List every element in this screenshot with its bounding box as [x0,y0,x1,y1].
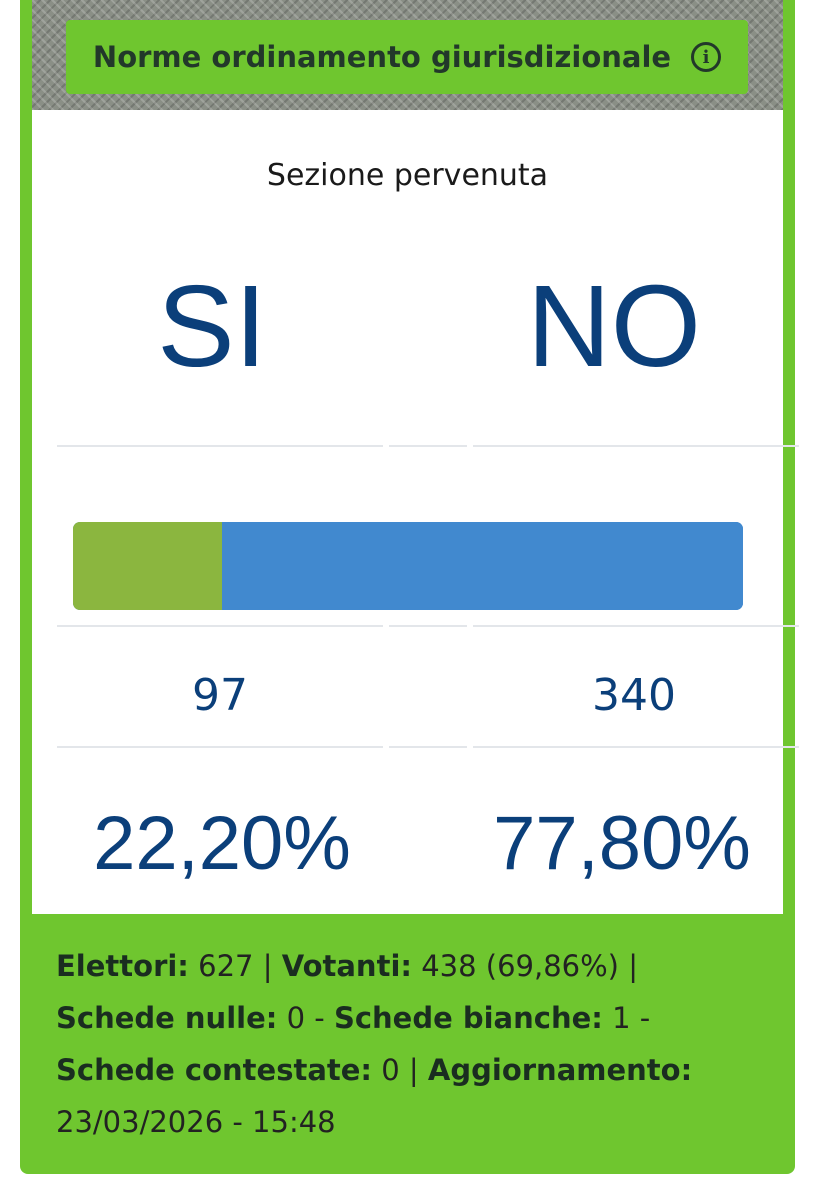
info-icon[interactable]: i [691,42,722,72]
nulle-value: 0 [286,1001,306,1035]
votanti-label: Votanti: [281,949,412,983]
referendum-card: Norme ordinamento giurisdizionale i Sezi… [20,0,799,1174]
divider [473,746,799,748]
divider [389,445,467,447]
result-bar [73,522,743,610]
contestate-label: Schede contestate: [56,1053,373,1087]
contestate-value: 0 [381,1053,400,1087]
si-votes: 97 [192,670,248,721]
si-label: SI [157,261,267,391]
referendum-title: Norme ordinamento giurisdizionale [92,40,672,74]
elettori-label: Elettori: [56,949,189,983]
results-panel: Sezione pervenuta SI NO 97 340 22,20% 77… [32,110,799,914]
bianche-value: 1 [612,1001,631,1035]
divider [57,445,383,447]
section-summary: Elettori: 627 | Votanti: 438 (69,86%) | … [56,949,693,1139]
aggiornamento-label: Aggiornamento: [427,1053,693,1087]
divider [57,625,383,627]
no-percent: 77,80% [493,801,751,886]
elettori-value: 627 [198,949,254,983]
header-box[interactable]: Norme ordinamento giurisdizionale i [66,20,748,94]
divider [389,625,467,627]
section-status: Sezione pervenuta [266,158,549,193]
votanti-value: 438 (69,86%) [421,949,619,983]
divider [473,625,799,627]
divider [57,746,383,748]
nulle-label: Schede nulle: [56,1001,278,1035]
si-percent: 22,20% [93,801,351,886]
divider [389,746,467,748]
card-header: Norme ordinamento giurisdizionale i [32,0,783,110]
no-votes: 340 [592,670,676,721]
aggiornamento-value: 23/03/2026 - 15:48 [56,1105,336,1139]
si-bar-segment [73,522,222,610]
divider [473,445,799,447]
no-bar-segment [221,522,743,610]
bianche-label: Schede bianche: [333,1001,603,1035]
no-label: NO [527,261,701,391]
